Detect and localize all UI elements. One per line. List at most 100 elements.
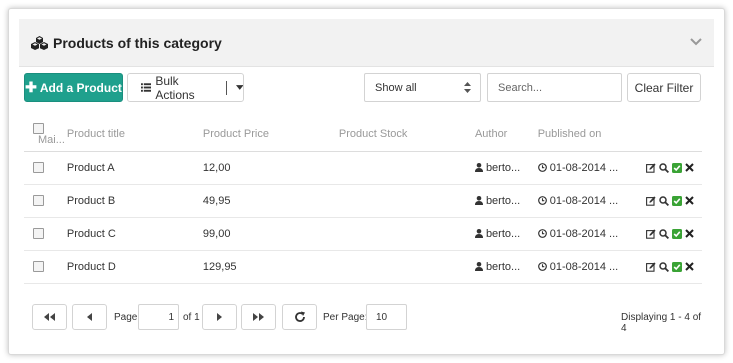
select-all-checkbox[interactable] (33, 122, 44, 134)
panel-header[interactable]: Products of this category (19, 19, 714, 67)
chevron-right-icon (217, 313, 222, 321)
column-main-header[interactable]: Mai... (38, 134, 65, 146)
chevron-down-icon[interactable] (690, 37, 702, 47)
published-date: 01-08-2014 ... (549, 227, 619, 240)
column-stock-header[interactable]: Product Stock (338, 118, 475, 152)
product-price-cell: 49,95 (202, 184, 339, 218)
checkbox-checked-icon[interactable] (672, 195, 682, 206)
row-checkbox[interactable] (33, 162, 44, 174)
product-stock-cell (338, 250, 475, 284)
divider (225, 80, 227, 95)
page-number-input[interactable]: 1 (138, 304, 179, 330)
author-name: berto... (485, 260, 521, 273)
last-page-button[interactable] (241, 304, 276, 330)
search-icon[interactable] (659, 162, 669, 173)
column-published-header[interactable]: Published on (537, 118, 640, 152)
row-checkbox[interactable] (33, 261, 44, 273)
row-checkbox[interactable] (33, 195, 44, 207)
search-icon[interactable] (659, 228, 669, 239)
author-name: berto... (485, 227, 521, 240)
table-row[interactable]: Product C 99,00 berto... 01-08-2014 ... (24, 217, 702, 251)
published-date: 01-08-2014 ... (549, 260, 619, 273)
row-select-cell (24, 250, 67, 284)
author-cell: berto... (474, 184, 538, 218)
column-price-header[interactable]: Product Price (202, 118, 339, 152)
edit-icon[interactable] (646, 228, 656, 239)
page-count-label: of 1 (183, 312, 200, 323)
row-checkbox[interactable] (33, 228, 44, 240)
next-page-button[interactable] (202, 304, 237, 330)
product-title-cell: Product C (66, 217, 203, 251)
table-header-row: Mai... Product title Product Price Produ… (24, 118, 702, 152)
product-title-cell: Product D (66, 250, 203, 284)
delete-icon[interactable] (685, 262, 694, 271)
per-page-input[interactable]: 10 (366, 304, 407, 330)
row-actions (639, 151, 702, 185)
delete-icon[interactable] (685, 229, 694, 238)
author-cell: berto... (474, 217, 538, 251)
edit-icon[interactable] (646, 162, 656, 173)
add-product-button[interactable]: ✚ Add a Product (24, 73, 123, 102)
product-stock-cell (338, 184, 475, 218)
product-title-cell: Product A (66, 151, 203, 185)
user-icon (474, 262, 483, 272)
list-icon (141, 83, 152, 92)
per-page-label: Per Page: (323, 312, 368, 323)
user-icon (474, 229, 483, 239)
product-stock-cell (338, 217, 475, 251)
first-page-button[interactable] (32, 304, 67, 330)
cubes-icon (31, 35, 48, 50)
clock-icon (537, 229, 547, 238)
author-cell: berto... (474, 151, 538, 185)
search-icon[interactable] (659, 195, 669, 206)
column-author-header[interactable]: Author (474, 118, 538, 152)
published-cell: 01-08-2014 ... (537, 217, 640, 251)
author-cell: berto... (474, 250, 538, 284)
published-cell: 01-08-2014 ... (537, 151, 640, 185)
checkbox-checked-icon[interactable] (672, 162, 682, 173)
edit-icon[interactable] (646, 195, 656, 206)
product-price-cell: 12,00 (202, 151, 339, 185)
user-icon (474, 163, 483, 173)
product-price-cell: 99,00 (202, 217, 339, 251)
row-actions (639, 250, 702, 284)
page-label: Page (114, 312, 138, 323)
select-arrows-icon (464, 82, 471, 93)
table-row[interactable]: Product D 129,95 berto... 01-08-2014 ... (24, 250, 702, 284)
row-select-cell (24, 151, 67, 185)
published-cell: 01-08-2014 ... (537, 184, 640, 218)
previous-page-button[interactable] (72, 304, 107, 330)
search-icon[interactable] (659, 261, 669, 272)
delete-icon[interactable] (685, 196, 694, 205)
row-actions (639, 184, 702, 218)
caret-down-icon[interactable] (235, 85, 244, 90)
checkbox-checked-icon[interactable] (672, 228, 682, 239)
column-actions-header (639, 118, 702, 152)
author-name: berto... (485, 194, 521, 207)
double-chevron-right-icon (253, 313, 264, 321)
add-product-label: Add a Product (39, 80, 122, 95)
bulk-actions-label: Bulk Actions (155, 73, 195, 102)
bulk-actions-button[interactable]: Bulk Actions (127, 73, 244, 102)
search-input[interactable] (487, 73, 622, 102)
table-row[interactable]: Product A 12,00 berto... 01-08-2014 ... (24, 151, 702, 185)
delete-icon[interactable] (685, 163, 694, 172)
products-table: Mai... Product title Product Price Produ… (24, 118, 702, 284)
panel-title: Products of this category (53, 34, 222, 51)
column-title-header[interactable]: Product title (66, 118, 203, 152)
product-price-cell: 129,95 (202, 250, 339, 284)
user-icon (474, 196, 483, 206)
refresh-icon (294, 311, 305, 322)
header-select-all: Mai... (24, 118, 67, 152)
edit-icon[interactable] (646, 261, 656, 272)
row-select-cell (24, 184, 67, 218)
filter-select-value: Show all (375, 81, 417, 94)
refresh-button[interactable] (282, 304, 317, 330)
checkbox-checked-icon[interactable] (672, 261, 682, 272)
clear-filter-button[interactable]: Clear Filter (627, 73, 701, 102)
pagination: Page 1 of 1 Per Page: 10 Displaying 1 - … (24, 304, 708, 334)
table-row[interactable]: Product B 49,95 berto... 01-08-2014 ... (24, 184, 702, 218)
row-actions (639, 217, 702, 251)
clock-icon (537, 262, 547, 271)
filter-select[interactable]: Show all (364, 73, 481, 102)
